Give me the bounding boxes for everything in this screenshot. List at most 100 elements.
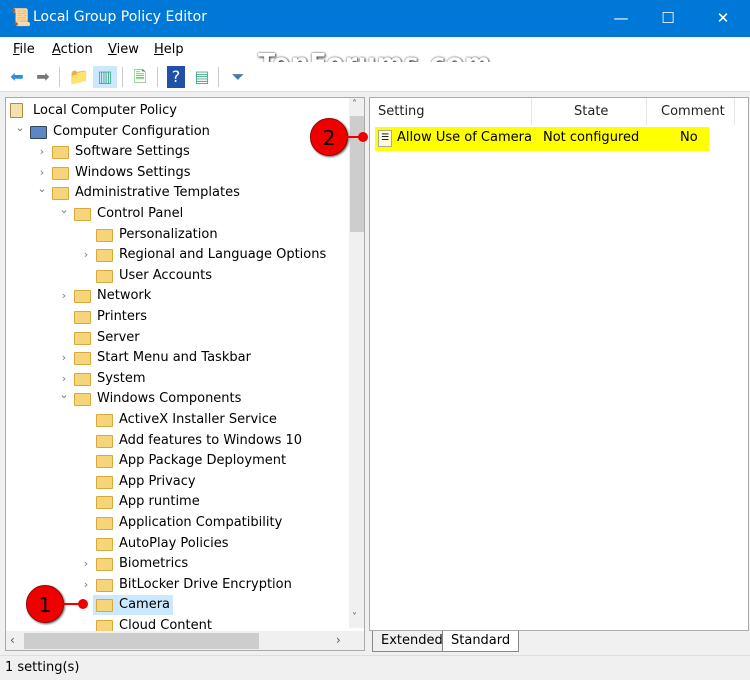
tree-item-label: BitLocker Drive Encryption	[119, 576, 292, 592]
help-icon[interactable]: ?	[167, 66, 185, 88]
title-bar: 📜 Local Group Policy Editor — ☐ ✕	[0, 0, 750, 37]
column-header-comment[interactable]: Comment	[661, 104, 725, 119]
tree-item[interactable]: ⌄ Computer Configuration	[6, 121, 346, 142]
chevron-right-icon[interactable]: ›	[59, 348, 69, 368]
tree-item[interactable]: › Software Settings	[6, 142, 346, 162]
chevron-right-icon[interactable]: ›	[81, 245, 91, 265]
tree-item[interactable]: App Package Deployment	[6, 451, 346, 471]
column-header-state[interactable]: State	[574, 104, 608, 119]
status-text: 1 setting(s)	[5, 660, 80, 675]
folder-icon	[52, 187, 69, 201]
scroll-up-icon[interactable]: ˄	[352, 99, 357, 110]
chevron-down-icon[interactable]: ⌄	[59, 385, 69, 405]
close-button[interactable]: ✕	[700, 0, 746, 37]
chevron-right-icon[interactable]: ›	[81, 554, 91, 574]
tree-item[interactable]: Personalization	[6, 225, 346, 245]
folder-icon	[74, 311, 91, 324]
folder-icon	[74, 208, 91, 221]
tree-item-label: App Package Deployment	[119, 453, 287, 469]
menu-view[interactable]: View	[108, 42, 139, 57]
chevron-right-icon[interactable]: ›	[59, 286, 69, 306]
column-divider[interactable]	[646, 98, 647, 125]
folder-icon	[96, 517, 113, 530]
toolbar-separator	[157, 67, 158, 87]
setting-state: Not configured	[543, 130, 640, 145]
scroll-right-icon[interactable]: ›	[336, 633, 341, 647]
tree-item[interactable]: Printers	[6, 307, 346, 327]
tree-item-label: Biometrics	[119, 556, 189, 572]
list-row[interactable]: ☰ Allow Use of Camera Not configured No	[375, 127, 709, 151]
menu-action[interactable]: Action	[52, 42, 93, 57]
setting-name: Allow Use of Camera	[397, 130, 532, 145]
toolbar-separator	[122, 67, 123, 87]
chevron-down-icon[interactable]: ⌄	[59, 200, 69, 220]
scroll-down-icon[interactable]: ˅	[352, 612, 357, 623]
filter-icon[interactable]: ⏷	[226, 66, 250, 88]
folder-icon	[74, 290, 91, 304]
tree-item-label: Computer Configuration	[53, 123, 210, 139]
tree-item[interactable]: ⌄ Windows Components	[6, 388, 346, 409]
show-hide-tree-icon[interactable]: ▥	[93, 66, 117, 88]
tree-item[interactable]: ⌄ Administrative Templates	[6, 182, 346, 203]
tree-item-label: Application Compatibility	[119, 515, 283, 530]
forward-icon[interactable]: ➡	[31, 66, 55, 88]
tree-item[interactable]: › Biometrics	[6, 554, 346, 574]
tree-item-label: Control Panel	[97, 206, 184, 221]
column-divider[interactable]	[531, 98, 532, 125]
window-title: Local Group Policy Editor	[33, 9, 207, 25]
chevron-right-icon[interactable]: ›	[81, 575, 91, 595]
folder-icon	[96, 249, 113, 263]
folder-icon	[96, 599, 113, 613]
export-list-icon[interactable]: 🗎	[128, 66, 152, 88]
chevron-down-icon[interactable]: ⌄	[37, 179, 47, 199]
maximize-button[interactable]: ☐	[645, 0, 691, 37]
setting-comment: No	[680, 130, 698, 145]
chevron-right-icon[interactable]: ›	[37, 142, 47, 162]
tree-item[interactable]: › Regional and Language Options	[6, 245, 346, 265]
folder-icon	[96, 269, 113, 283]
tree-item[interactable]: › System	[6, 369, 346, 389]
tree-item[interactable]: › Network	[6, 286, 346, 306]
menu-help[interactable]: Help	[154, 42, 184, 57]
horizontal-scrollbar[interactable]: ‹ ›	[6, 631, 364, 650]
tree-item[interactable]: Server	[6, 328, 346, 348]
folder-icon	[74, 372, 91, 386]
tree-item[interactable]: ⌄ Control Panel	[6, 203, 346, 224]
scroll-thumb[interactable]	[24, 633, 259, 649]
callout-dot	[358, 132, 368, 142]
up-folder-icon[interactable]: 📁	[67, 66, 91, 88]
column-divider[interactable]	[734, 98, 735, 125]
menu-file[interactable]: File	[13, 42, 35, 57]
tree-item[interactable]: ActiveX Installer Service	[6, 410, 346, 430]
toolbar-separator	[59, 67, 60, 87]
tree-item[interactable]: AutoPlay Policies	[6, 534, 346, 554]
tree-item-label: System	[97, 370, 146, 386]
tab-standard[interactable]: Standard	[442, 631, 520, 652]
properties-pane-icon[interactable]: ▤	[190, 66, 214, 88]
tree-item[interactable]: Application Compatibility	[6, 513, 346, 533]
tree-item-label: AutoPlay Policies	[119, 535, 229, 551]
tab-extended[interactable]: Extended	[372, 631, 452, 652]
minimize-button[interactable]: —	[598, 0, 644, 37]
view-tabs: Extended Standard	[369, 631, 749, 653]
scroll-left-icon[interactable]: ‹	[10, 633, 15, 647]
tree-item-label: Windows Settings	[75, 164, 191, 180]
tree-item[interactable]: › Start Menu and Taskbar	[6, 348, 346, 368]
tree-item[interactable]: › Windows Settings	[6, 163, 346, 183]
tree-item-label: App runtime	[119, 494, 200, 510]
tree-item[interactable]: App runtime	[6, 492, 346, 512]
chevron-down-icon[interactable]: ⌄	[15, 118, 25, 138]
tree-item[interactable]: Add features to Windows 10	[6, 431, 346, 451]
toolbar: ⬅ ➡ 📁 ▥ 🗎 ? ▤ ⏷	[0, 62, 750, 92]
back-icon[interactable]: ⬅	[5, 66, 29, 88]
tree-item-label: Camera	[116, 595, 174, 616]
tree-item[interactable]: App Privacy	[6, 472, 346, 492]
folder-icon	[96, 578, 113, 592]
tree-item[interactable]: User Accounts	[6, 266, 346, 286]
callout-dot	[78, 599, 88, 609]
tree-item-label: Personalization	[119, 226, 218, 242]
column-header-setting[interactable]: Setting	[378, 104, 425, 119]
tree-item[interactable]: Local Computer Policy	[6, 101, 346, 121]
tree-pane: Local Computer Policy ⌄ Computer Configura…	[5, 97, 365, 651]
vertical-scrollbar[interactable]: ˄ ˅	[349, 98, 364, 628]
